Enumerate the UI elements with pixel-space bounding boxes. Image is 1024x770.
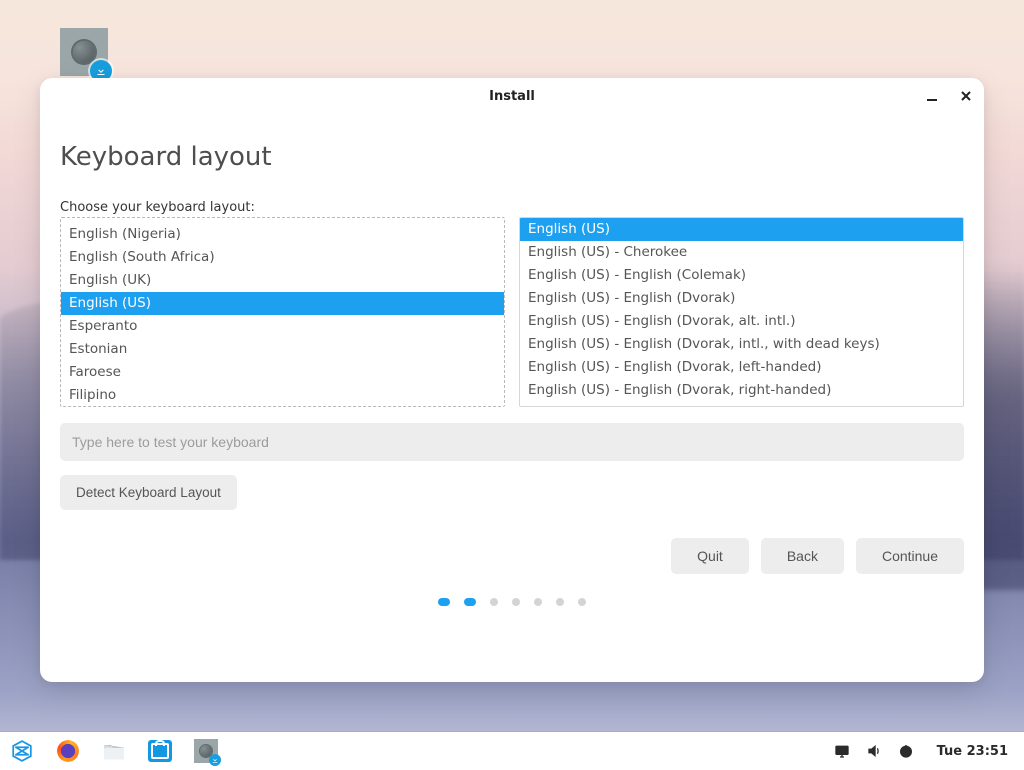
- window-title: Install: [489, 89, 535, 104]
- progress-dot: [438, 598, 450, 606]
- installer-lens-icon: [73, 41, 95, 63]
- progress-dot: [464, 598, 476, 606]
- progress-dot: [556, 598, 564, 606]
- page-heading: Keyboard layout: [60, 142, 964, 172]
- keyboard-test-input[interactable]: [60, 423, 964, 461]
- window-titlebar: Install: [40, 78, 984, 114]
- layout-variant-list[interactable]: English (US)English (US) - CherokeeEngli…: [519, 217, 964, 407]
- file-manager-icon[interactable]: [102, 739, 126, 763]
- layout-lists: English (Ghana)English (Nigeria)English …: [60, 217, 964, 407]
- list-item[interactable]: English (US) - English (Colemak): [520, 264, 963, 287]
- display-icon[interactable]: [833, 742, 851, 760]
- firefox-icon[interactable]: [56, 739, 80, 763]
- list-item[interactable]: English (US) - English (Dvorak, left-han…: [520, 356, 963, 379]
- list-item[interactable]: English (US) - English (Dvorak): [520, 287, 963, 310]
- continue-button[interactable]: Continue: [856, 538, 964, 574]
- progress-dot: [578, 598, 586, 606]
- list-item[interactable]: English (US) - English (Dvorak, right-ha…: [520, 379, 963, 402]
- close-button[interactable]: [958, 88, 974, 104]
- start-menu-icon[interactable]: [10, 739, 34, 763]
- progress-dot: [534, 598, 542, 606]
- installer-content: Keyboard layout Choose your keyboard lay…: [40, 114, 984, 682]
- list-item[interactable]: English (US): [61, 292, 504, 315]
- desktop-installer-shortcut[interactable]: [60, 28, 108, 76]
- list-item[interactable]: Faroese: [61, 361, 504, 384]
- list-item[interactable]: English (South Africa): [61, 246, 504, 269]
- quit-button[interactable]: Quit: [671, 538, 749, 574]
- list-item[interactable]: English (US): [520, 218, 963, 241]
- wizard-nav: Quit Back Continue: [60, 538, 964, 574]
- list-item[interactable]: English (Nigeria): [61, 223, 504, 246]
- power-icon[interactable]: [897, 742, 915, 760]
- installer-window: Install Keyboard layout Choose your keyb…: [40, 78, 984, 682]
- volume-icon[interactable]: [865, 742, 883, 760]
- list-item[interactable]: English (US) - English (Dvorak, alt. int…: [520, 310, 963, 333]
- list-item[interactable]: Esperanto: [61, 315, 504, 338]
- taskbar-installer-icon[interactable]: [194, 739, 218, 763]
- taskbar-clock[interactable]: Tue 23:51: [937, 744, 1008, 759]
- progress-dot: [490, 598, 498, 606]
- minimize-button[interactable]: [924, 88, 940, 104]
- list-item[interactable]: Filipino: [61, 384, 504, 407]
- software-store-icon[interactable]: [148, 739, 172, 763]
- detect-keyboard-layout-button[interactable]: Detect Keyboard Layout: [60, 475, 237, 510]
- choose-layout-label: Choose your keyboard layout:: [60, 200, 964, 215]
- list-item[interactable]: English (US) - Cherokee: [520, 241, 963, 264]
- list-item[interactable]: Estonian: [61, 338, 504, 361]
- progress-dot: [512, 598, 520, 606]
- back-button[interactable]: Back: [761, 538, 844, 574]
- taskbar: Tue 23:51: [0, 732, 1024, 770]
- layout-country-list[interactable]: English (Ghana)English (Nigeria)English …: [60, 217, 505, 407]
- list-item[interactable]: English (UK): [61, 269, 504, 292]
- wizard-progress-dots: [60, 574, 964, 624]
- list-item[interactable]: English (US) - English (Dvorak, intl., w…: [520, 333, 963, 356]
